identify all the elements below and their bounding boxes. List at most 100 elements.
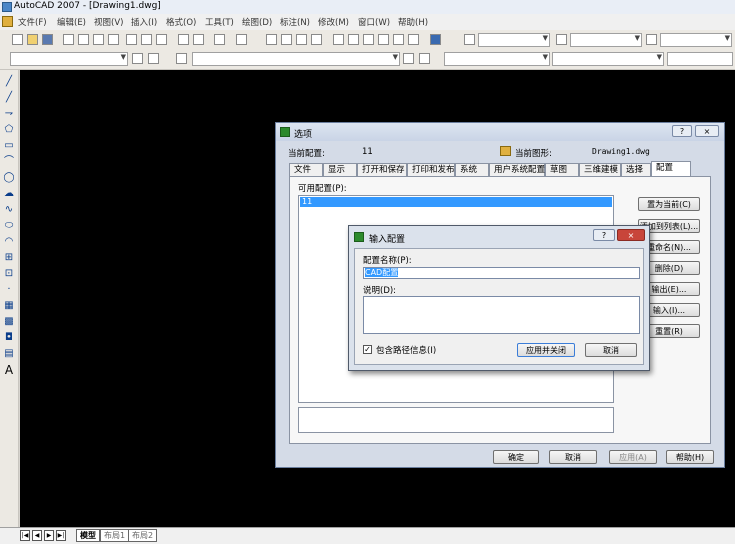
point-icon[interactable]: · <box>3 284 15 296</box>
menu-draw[interactable]: 绘图(D) <box>242 16 272 28</box>
sheet-set-icon[interactable] <box>378 34 389 45</box>
save-workspace-icon[interactable] <box>148 53 159 64</box>
quickcalc-icon[interactable] <box>408 34 419 45</box>
options-close-button[interactable]: × <box>695 125 719 137</box>
prev-tab-nav-icon[interactable]: ◀ <box>32 530 42 541</box>
color-combo[interactable]: ▼ <box>444 52 550 66</box>
copy-icon[interactable] <box>141 34 152 45</box>
hatch-icon[interactable]: ▦ <box>3 300 15 312</box>
ok-button[interactable]: 确定 <box>493 450 539 464</box>
cancel-button[interactable]: 取消 <box>549 450 597 464</box>
menu-tools[interactable]: 工具(T) <box>205 16 234 28</box>
tab-open-save[interactable]: 打开和保存 <box>357 163 407 176</box>
last-tab-nav-icon[interactable]: ▶| <box>56 530 66 541</box>
multiline-text-icon[interactable]: A <box>3 364 15 376</box>
region-icon[interactable]: ◘ <box>3 332 15 344</box>
open-file-icon[interactable] <box>27 34 38 45</box>
table-style-icon[interactable] <box>646 34 657 45</box>
save-icon[interactable] <box>42 34 53 45</box>
tab-layout1[interactable]: 布局1 <box>100 529 130 542</box>
rectangle-icon[interactable]: ▭ <box>3 140 15 152</box>
construction-line-icon[interactable]: ╱ <box>3 92 15 104</box>
options-help-button[interactable]: ? <box>672 125 692 137</box>
help-icon[interactable] <box>430 34 441 45</box>
first-tab-nav-icon[interactable]: |◀ <box>20 530 30 541</box>
tab-profiles[interactable]: 配置 <box>651 161 691 177</box>
menu-edit[interactable]: 编辑(E) <box>57 16 86 28</box>
layer-previous-icon[interactable] <box>419 53 430 64</box>
table-icon[interactable]: ▤ <box>3 348 15 360</box>
tab-display[interactable]: 显示 <box>323 163 357 176</box>
profile-list-item[interactable]: 11 <box>300 197 612 207</box>
tool-palettes-icon[interactable] <box>363 34 374 45</box>
layer-manager-icon[interactable] <box>176 53 187 64</box>
tab-drafting[interactable]: 草图 <box>545 163 579 176</box>
menu-modify[interactable]: 修改(M) <box>318 16 349 28</box>
3d-dwf-icon[interactable] <box>108 34 119 45</box>
next-tab-nav-icon[interactable]: ▶ <box>44 530 54 541</box>
import-help-button[interactable]: ? <box>593 229 615 241</box>
lineweight-combo[interactable] <box>667 52 733 66</box>
tab-model[interactable]: 模型 <box>76 529 100 542</box>
description-textarea[interactable] <box>363 296 640 334</box>
gradient-icon[interactable]: ▩ <box>3 316 15 328</box>
insert-block-icon[interactable]: ⊞ <box>3 252 15 264</box>
menu-format[interactable]: 格式(O) <box>166 16 196 28</box>
set-current-button[interactable]: 置为当前(C) <box>638 197 700 211</box>
match-properties-icon[interactable] <box>178 34 189 45</box>
import-cancel-button[interactable]: 取消 <box>585 343 637 357</box>
zoom-previous-icon[interactable] <box>311 34 322 45</box>
menu-dimension[interactable]: 标注(N) <box>280 16 310 28</box>
menu-file[interactable]: 文件(F) <box>18 16 47 28</box>
help-button[interactable]: 帮助(H) <box>666 450 714 464</box>
properties-icon[interactable] <box>333 34 344 45</box>
make-current-layer-icon[interactable] <box>403 53 414 64</box>
make-block-icon[interactable]: ⊡ <box>3 268 15 280</box>
circle-icon[interactable]: ◯ <box>3 172 15 184</box>
import-close-button[interactable]: × <box>617 229 645 241</box>
polyline-icon[interactable]: ⇁ <box>3 108 15 120</box>
print-icon[interactable] <box>63 34 74 45</box>
cut-icon[interactable] <box>126 34 137 45</box>
redo-icon[interactable] <box>236 34 247 45</box>
tab-selection[interactable]: 选择 <box>621 163 651 176</box>
include-path-checkbox[interactable]: ✓ <box>363 345 372 354</box>
apply-and-close-button[interactable]: 应用并关闭 <box>517 343 575 357</box>
table-style-combo[interactable]: ▼ <box>660 33 732 47</box>
profile-name-input[interactable]: CAD配置 <box>363 267 640 279</box>
workspace-settings-icon[interactable] <box>132 53 143 64</box>
ellipse-arc-icon[interactable]: ◠ <box>3 236 15 248</box>
apply-button[interactable]: 应用(A) <box>609 450 657 464</box>
line-icon[interactable]: ╱ <box>3 76 15 88</box>
ellipse-icon[interactable]: ⬭ <box>3 220 15 232</box>
linetype-combo[interactable]: ▼ <box>552 52 664 66</box>
arc-icon[interactable]: ⌒ <box>3 156 15 168</box>
polygon-icon[interactable]: ⬠ <box>3 124 15 136</box>
zoom-window-icon[interactable] <box>296 34 307 45</box>
zoom-realtime-icon[interactable] <box>281 34 292 45</box>
text-style-icon[interactable] <box>464 34 475 45</box>
tab-plot-publish[interactable]: 打印和发布 <box>407 163 455 176</box>
plot-preview-icon[interactable] <box>78 34 89 45</box>
tab-system[interactable]: 系统 <box>455 163 489 176</box>
spline-icon[interactable]: ∿ <box>3 204 15 216</box>
layer-combo[interactable]: ▼ <box>192 52 400 66</box>
tab-files[interactable]: 文件 <box>289 163 323 176</box>
menu-view[interactable]: 视图(V) <box>94 16 123 28</box>
menu-help[interactable]: 帮助(H) <box>398 16 428 28</box>
paste-icon[interactable] <box>156 34 167 45</box>
new-file-icon[interactable] <box>12 34 23 45</box>
design-center-icon[interactable] <box>348 34 359 45</box>
workspace-combo[interactable]: ▼ <box>10 52 128 66</box>
menu-window[interactable]: 窗口(W) <box>358 16 390 28</box>
block-editor-icon[interactable] <box>193 34 204 45</box>
undo-icon[interactable] <box>214 34 225 45</box>
markup-icon[interactable] <box>393 34 404 45</box>
publish-icon[interactable] <box>93 34 104 45</box>
dim-style-combo[interactable]: ▼ <box>570 33 642 47</box>
revision-cloud-icon[interactable]: ☁ <box>3 188 15 200</box>
tab-user-preferences[interactable]: 用户系统配置 <box>489 163 545 176</box>
tab-3d-modeling[interactable]: 三维建模 <box>579 163 621 176</box>
text-style-combo[interactable]: ▼ <box>478 33 550 47</box>
tab-layout2[interactable]: 布局2 <box>128 529 158 542</box>
